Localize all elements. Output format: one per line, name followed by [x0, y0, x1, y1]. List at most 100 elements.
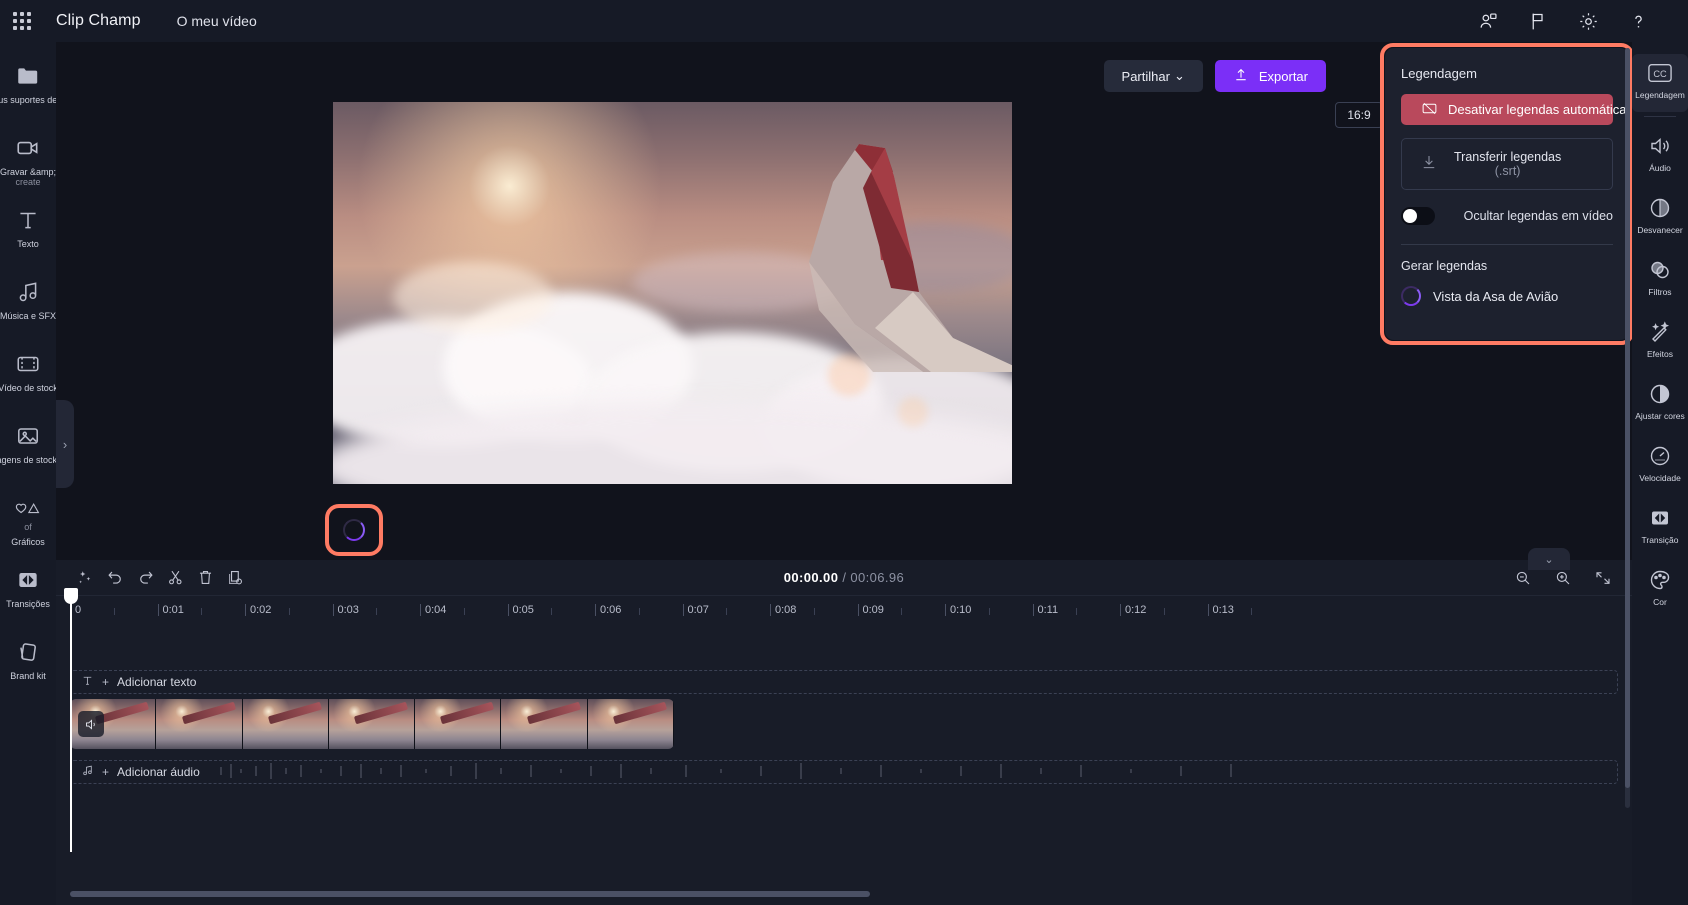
add-text-track[interactable]: + Adicionar texto: [70, 670, 1618, 694]
right-item-transition[interactable]: Transição: [1632, 499, 1688, 557]
flag-feedback-icon[interactable]: [1526, 9, 1550, 33]
disable-auto-captions-label: Desativar legendas automáticas: [1448, 102, 1629, 117]
timeline-ruler[interactable]: 0 0:01 0:02 0:03 0:04 0:05 0:06 0:07 0:08 0:09 0:1…: [56, 596, 1632, 624]
sidebar-label-record-create: Gravar &amp;: [0, 167, 57, 177]
panel-scrollbar[interactable]: [1625, 48, 1630, 808]
timeline-horizontal-scrollbar[interactable]: [70, 891, 870, 897]
clip-thumbnail: [156, 699, 243, 749]
right-item-filters[interactable]: Filtros: [1632, 251, 1688, 309]
delete-trash-icon[interactable]: [190, 563, 220, 593]
right-label-filters: Filtros: [1648, 287, 1672, 297]
ruler-tick: [420, 604, 421, 616]
cc-icon: CC: [1648, 60, 1672, 86]
settings-gear-icon[interactable]: [1576, 9, 1600, 33]
right-item-audio[interactable]: Áudio: [1632, 127, 1688, 185]
add-text-plus-icon: +: [102, 675, 110, 689]
download-captions-label: Transferir legendas: [1454, 150, 1562, 164]
undo-icon[interactable]: [100, 563, 130, 593]
sidebar-item-transitions[interactable]: Transições: [0, 562, 56, 628]
ruler-label: 0:10: [950, 604, 972, 616]
clip-volume-icon[interactable]: [78, 711, 104, 737]
sidebar-label-music-sfx: Música e SFX: [0, 311, 57, 321]
playhead[interactable]: [64, 588, 78, 852]
right-label-effects: Efeitos: [1647, 349, 1673, 359]
ruler-tick: [857, 604, 859, 616]
generate-captions-clip-row[interactable]: Vista da Asa de Avião: [1401, 286, 1613, 306]
ruler-label: 0:09: [862, 604, 884, 616]
hide-captions-toggle[interactable]: [1401, 207, 1435, 225]
right-label-audio: Áudio: [1649, 163, 1671, 173]
time-separator: /: [838, 570, 851, 585]
right-item-fade[interactable]: Desvanecer: [1632, 189, 1688, 247]
sidebar-label-text: Texto: [17, 239, 39, 249]
ruler-tick: [157, 604, 159, 616]
add-audio-label: Adicionar áudio: [117, 765, 200, 779]
disable-auto-captions-button[interactable]: Desativar legendas automáticas: [1401, 94, 1629, 125]
scrollbar-thumb[interactable]: [1625, 48, 1630, 788]
sidebar-item-graphics[interactable]: of Gráficos: [0, 490, 56, 556]
aspect-ratio-button[interactable]: 16:9: [1335, 102, 1383, 128]
right-item-speed[interactable]: Velocidade: [1632, 437, 1688, 495]
sidebar-label-stock-video: Vídeo de stock: [0, 383, 58, 393]
sidebar-item-stock-images[interactable]: Imagens de stock de: [0, 418, 70, 484]
duplicate-icon[interactable]: [220, 563, 250, 593]
people-share-icon[interactable]: [1476, 9, 1500, 33]
ruler-label: 0: [75, 604, 82, 616]
sidebar-item-music-sfx[interactable]: Música e SFX: [0, 274, 56, 340]
sidebar-item-stock-video[interactable]: Vídeo de stock: [0, 346, 58, 412]
svg-text:CC: CC: [1653, 69, 1667, 79]
ruler-tick: [1207, 604, 1209, 616]
color-palette-icon: [1648, 567, 1672, 593]
app-launcher-button[interactable]: [0, 12, 44, 30]
panel-divider: [1401, 244, 1613, 245]
speaker-icon: [1648, 133, 1672, 159]
timeline: ⌄ 00:00.00 / 00:06.96 0 0:01 0:02 0:03 0…: [56, 548, 1632, 905]
add-audio-track[interactable]: + Adicionar áudio: [70, 760, 1618, 784]
ruler-tick-minor: [813, 608, 815, 615]
ruler-tick: [770, 604, 771, 616]
camera-icon: [15, 134, 41, 162]
ruler-tick-minor: [901, 608, 903, 615]
generate-captions-title: Gerar legendas: [1401, 259, 1488, 273]
ruler-tick-minor: [1163, 608, 1165, 615]
zoom-in-icon[interactable]: [1548, 563, 1578, 593]
redo-icon[interactable]: [130, 563, 160, 593]
sidebar-item-record-create[interactable]: Gravar &amp; create: [0, 130, 56, 196]
right-item-color[interactable]: Cor: [1632, 561, 1688, 619]
ruler-tick-minor: [1251, 608, 1253, 615]
sidebar-label-graphics: Gráficos: [11, 537, 45, 548]
video-clip[interactable]: [70, 699, 674, 749]
right-item-adjust-colors[interactable]: Ajustar cores: [1632, 375, 1688, 433]
ruler-label: 0:13: [1212, 604, 1234, 616]
sidebar-item-text[interactable]: Texto: [0, 202, 56, 268]
sidebar-item-brand-kit[interactable]: Brand kit: [0, 634, 56, 700]
fit-timeline-icon[interactable]: [1588, 563, 1618, 593]
clip-thumbnail: [501, 699, 588, 749]
collapse-left-panel-button[interactable]: ›: [56, 400, 74, 488]
right-label-color: Cor: [1653, 597, 1667, 607]
export-button[interactable]: Exportar: [1214, 60, 1326, 92]
zoom-out-icon[interactable]: [1508, 563, 1538, 593]
download-captions-format: (.srt): [1494, 164, 1521, 178]
speed-gauge-icon: [1648, 443, 1672, 469]
share-button[interactable]: Partilhar ⌄: [1103, 60, 1203, 92]
sidebar-sublabel-graphics: of: [24, 522, 32, 532]
download-captions-button[interactable]: Transferir legendas (.srt): [1401, 138, 1613, 190]
clip-thumbnail: [415, 699, 502, 749]
video-preview[interactable]: [333, 102, 1012, 484]
ruler-tick-minor: [726, 608, 728, 615]
sidebar-sublabel-create: create: [15, 177, 41, 188]
right-item-captions[interactable]: CC Legendagem: [1632, 54, 1688, 112]
ruler-tick: [682, 604, 684, 616]
ruler-label: 0:05: [512, 604, 534, 616]
ruler-tick-minor: [463, 608, 465, 615]
captions-panel-title: Legendagem: [1401, 66, 1477, 81]
project-name[interactable]: O meu vídeo: [177, 13, 257, 29]
right-item-effects[interactable]: Efeitos: [1632, 313, 1688, 371]
help-icon[interactable]: [1626, 9, 1650, 33]
timeline-zoom-controls: [1508, 563, 1618, 593]
right-label-adjust-colors: Ajustar cores: [1635, 411, 1685, 421]
sidebar-item-my-media[interactable]: Os meus suportes de dados: [0, 58, 84, 124]
clip-processing-spinner-icon: [1401, 286, 1421, 306]
split-scissors-icon[interactable]: [160, 563, 190, 593]
